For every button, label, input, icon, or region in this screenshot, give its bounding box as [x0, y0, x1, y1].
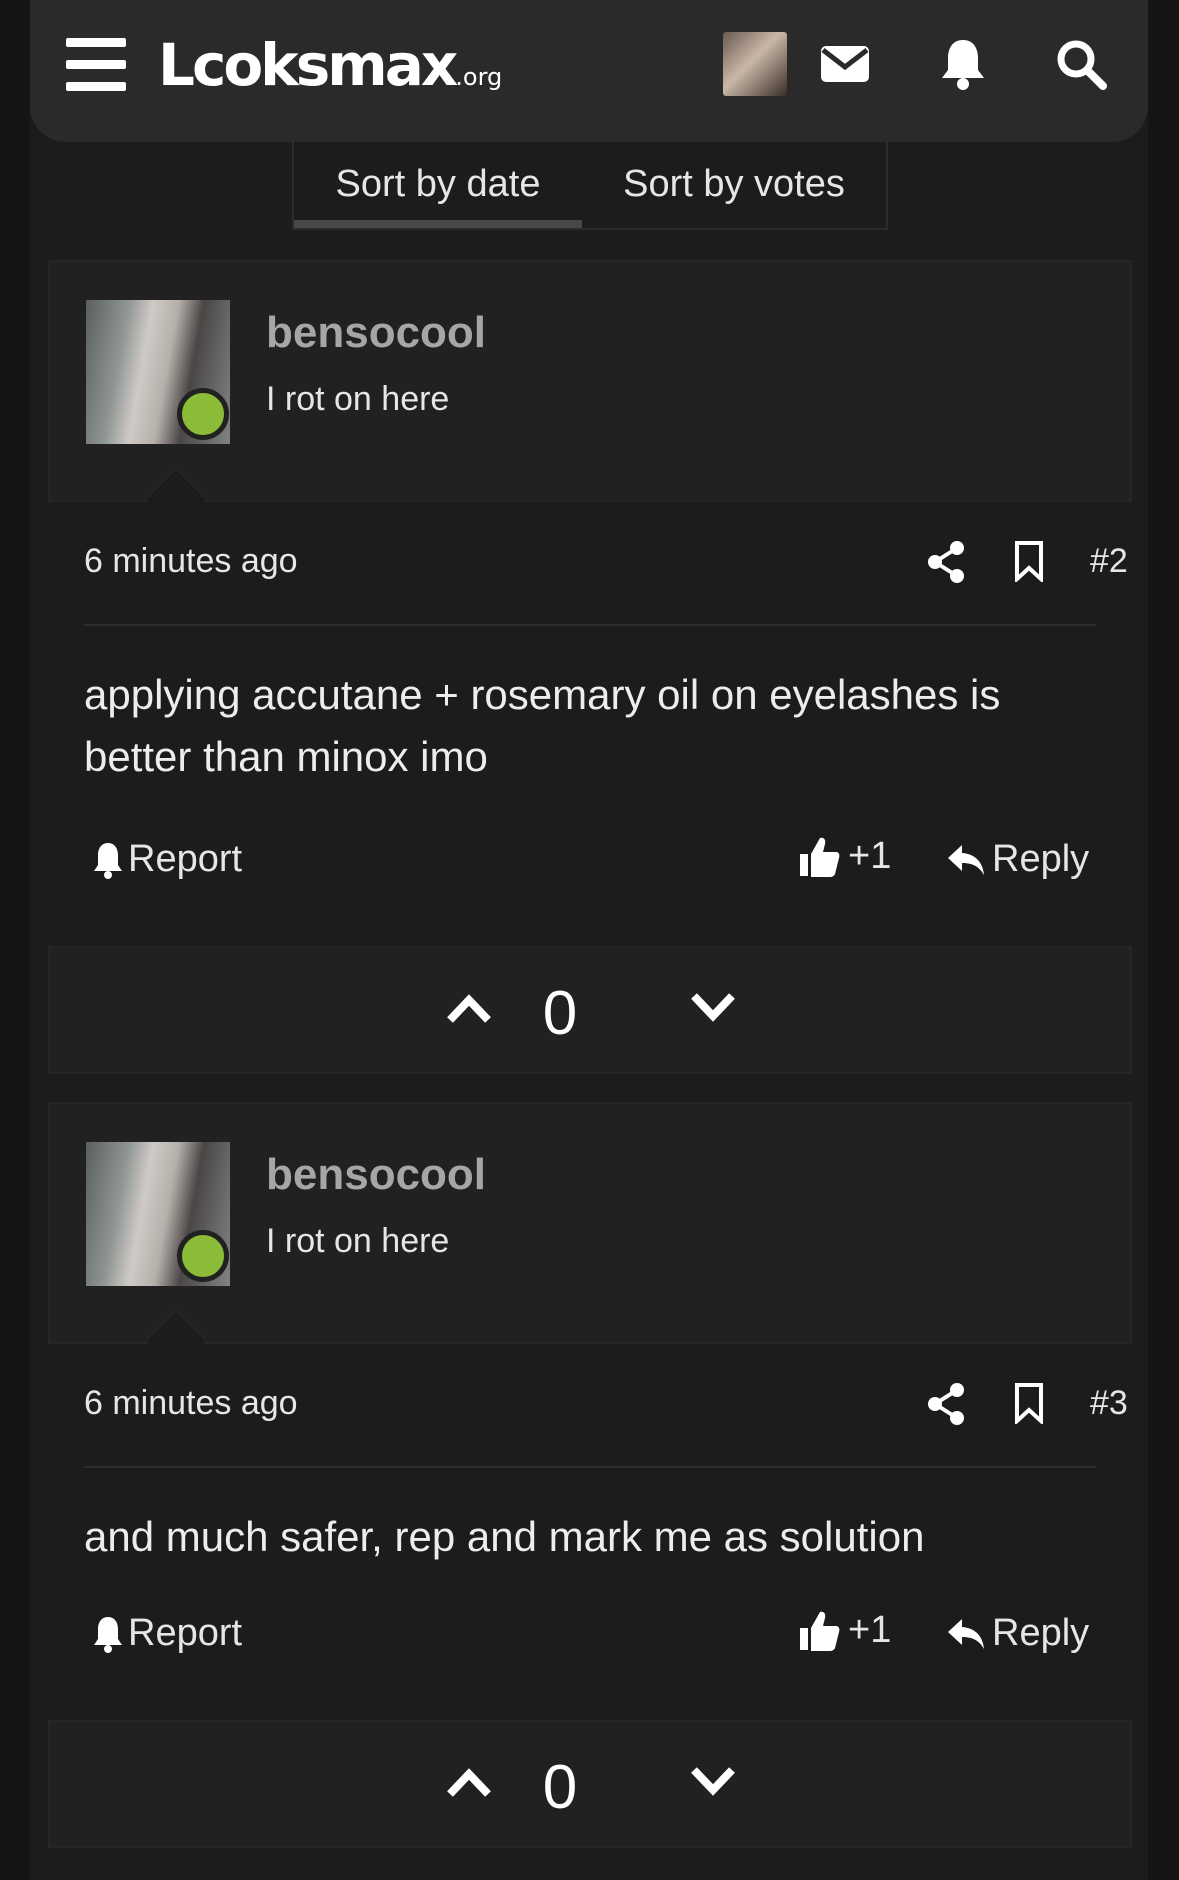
reply-button[interactable]: Reply — [946, 838, 1089, 881]
reply-icon — [948, 844, 984, 875]
post-timestamp[interactable]: 6 minutes ago — [84, 1384, 298, 1423]
report-button[interactable]: Report — [92, 1612, 242, 1655]
post-content: and much safer, rep and mark me as solut… — [84, 1513, 925, 1560]
bell-icon — [94, 842, 122, 879]
bookmark-icon[interactable] — [1012, 1382, 1046, 1426]
post-actions: Report +1 Reply — [48, 1588, 1132, 1692]
vote-bar: 0 — [48, 946, 1132, 1074]
search-icon[interactable] — [1053, 36, 1109, 92]
logo-suffix: .org — [455, 63, 503, 91]
report-label: Report — [128, 838, 243, 880]
post-item: bensocool I rot on here 6 minutes ago #3… — [48, 1102, 1132, 1848]
logo-text: Lcoksmax — [158, 31, 458, 99]
online-status-indicator — [177, 1230, 229, 1282]
post-user-block: bensocool I rot on here — [48, 1102, 1132, 1372]
menu-icon[interactable] — [66, 38, 126, 92]
tab-sort-by-votes[interactable]: Sort by votes — [582, 142, 886, 228]
downvote-icon[interactable] — [690, 992, 736, 1024]
downvote-icon[interactable] — [690, 1766, 736, 1798]
post-meta-row: 6 minutes ago #2 — [84, 502, 1128, 626]
post-number[interactable]: #2 — [1090, 542, 1128, 581]
reply-icon — [948, 1618, 984, 1649]
post-meta-row: 6 minutes ago #3 — [84, 1344, 1128, 1468]
bell-icon — [94, 1616, 122, 1653]
bell-icon[interactable] — [935, 36, 991, 92]
report-button[interactable]: Report — [92, 838, 242, 881]
post-user-block: bensocool I rot on here — [48, 260, 1132, 530]
share-icon[interactable] — [926, 1382, 966, 1426]
post-item: bensocool I rot on here 6 minutes ago #2… — [48, 260, 1132, 1074]
like-button[interactable]: +1 — [798, 834, 891, 878]
sort-tabs: Sort by date Sort by votes — [292, 142, 888, 230]
reply-button[interactable]: Reply — [946, 1612, 1089, 1655]
thumbs-up-icon — [800, 1611, 840, 1651]
username[interactable]: bensocool — [266, 1150, 486, 1200]
report-label: Report — [128, 1612, 243, 1654]
post-number[interactable]: #3 — [1090, 1384, 1128, 1423]
post-actions: Report +1 Reply — [48, 814, 1132, 918]
like-count: +1 — [848, 1608, 892, 1651]
post-content: applying accutane + rosemary oil on eyel… — [84, 671, 1001, 780]
post-timestamp[interactable]: 6 minutes ago — [84, 542, 298, 581]
user-title: I rot on here — [266, 380, 450, 418]
username[interactable]: bensocool — [266, 308, 486, 358]
vote-count: 0 — [542, 979, 578, 1048]
vote-bar: 0 — [48, 1720, 1132, 1848]
account-avatar[interactable] — [723, 32, 787, 96]
user-title: I rot on here — [266, 1222, 450, 1260]
vote-count: 0 — [542, 1753, 578, 1822]
bookmark-icon[interactable] — [1012, 540, 1046, 584]
top-navigation-bar: Lcoksmax.org — [30, 0, 1148, 142]
thumbs-up-icon — [800, 837, 840, 877]
reply-label: Reply — [992, 838, 1090, 880]
like-button[interactable]: +1 — [798, 1608, 891, 1652]
site-logo[interactable]: Lcoksmax.org — [158, 30, 502, 100]
reply-label: Reply — [992, 1612, 1090, 1654]
upvote-icon[interactable] — [446, 1766, 492, 1798]
tab-sort-by-date[interactable]: Sort by date — [294, 142, 582, 228]
share-icon[interactable] — [926, 540, 966, 584]
online-status-indicator — [177, 388, 229, 440]
mail-icon[interactable] — [817, 36, 873, 92]
upvote-icon[interactable] — [446, 992, 492, 1024]
like-count: +1 — [848, 834, 892, 877]
